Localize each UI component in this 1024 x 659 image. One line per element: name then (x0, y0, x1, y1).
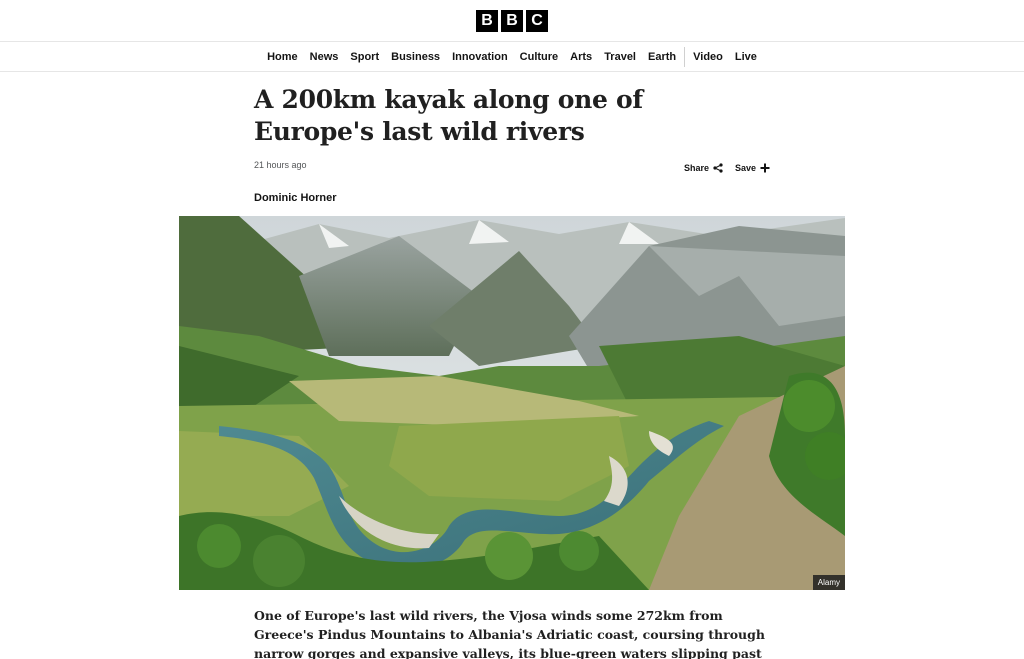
nav-item-news[interactable]: News (304, 42, 345, 72)
nav-item-business[interactable]: Business (385, 42, 446, 72)
plus-icon (760, 163, 770, 173)
article-headline: A 200km kayak along one of Europe's last… (254, 85, 643, 146)
article-meta: 21 hours ago Share Save (254, 160, 770, 180)
hero-image: Alamy (179, 216, 845, 590)
share-icon (713, 163, 723, 173)
nav-item-home[interactable]: Home (261, 42, 304, 72)
article: A 200km kayak along one of Europe's last… (179, 84, 845, 659)
nav-item-arts[interactable]: Arts (564, 42, 598, 72)
logo-letter: B (476, 9, 498, 32)
nav-item-sport[interactable]: Sport (344, 42, 385, 72)
river-valley-illustration (179, 216, 845, 590)
image-credit: Alamy (812, 575, 845, 590)
nav-divider (684, 46, 686, 67)
nav-item-earth[interactable]: Earth (642, 42, 682, 72)
save-label: Save (734, 163, 756, 173)
nav-item-video[interactable]: Video (687, 42, 729, 72)
save-button[interactable]: Save (735, 163, 770, 173)
logo-letter: B (501, 9, 523, 32)
top-bar: B B C (0, 0, 1024, 42)
nav-item-culture[interactable]: Culture (514, 42, 565, 72)
main-nav: Home News Sport Business Innovation Cult… (0, 42, 1024, 72)
share-label: Share (683, 163, 709, 173)
share-button[interactable]: Share (684, 163, 723, 173)
nav-item-innovation[interactable]: Innovation (446, 42, 514, 72)
bbc-logo[interactable]: B B C (476, 9, 548, 32)
article-author: Dominic Horner (254, 192, 337, 204)
article-intro: One of Europe's last wild rivers, the Vj… (254, 608, 765, 659)
article-actions: Share Save (684, 163, 770, 173)
article-timestamp: 21 hours ago (254, 160, 307, 170)
nav-item-travel[interactable]: Travel (598, 42, 642, 72)
nav-item-live[interactable]: Live (729, 42, 763, 72)
logo-letter: C (526, 9, 548, 32)
